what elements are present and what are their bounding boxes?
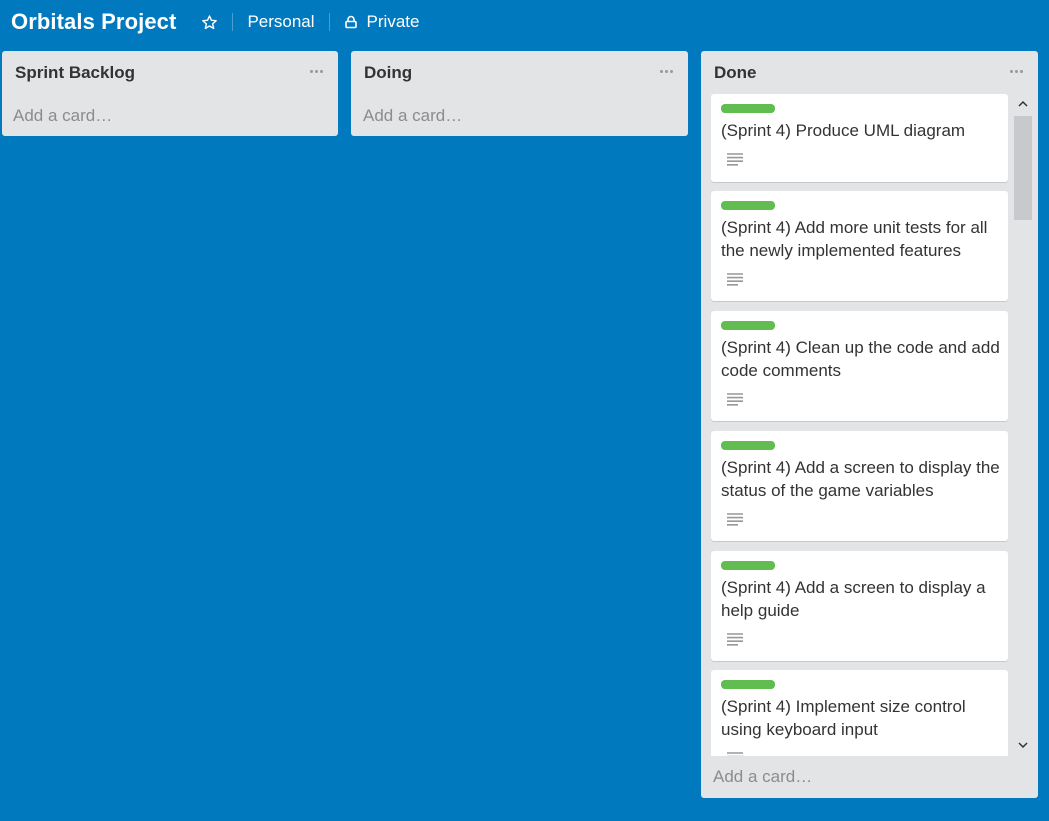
card-list: (Sprint 4) Produce UML diagram (Sprint 4…: [711, 94, 1009, 756]
team-button[interactable]: Personal: [247, 12, 314, 32]
list-doing: Doing Add a card…: [351, 51, 688, 136]
lock-icon: [344, 15, 358, 29]
card-list-scrollbar[interactable]: [1012, 94, 1034, 756]
card-title: (Sprint 4) Implement size control using …: [721, 697, 966, 739]
add-card-button[interactable]: Add a card…: [713, 767, 812, 787]
visibility-label: Private: [366, 12, 420, 31]
card-title: (Sprint 4) Add a screen to display the s…: [721, 458, 1000, 500]
ellipsis-icon: [659, 69, 673, 73]
add-card-button[interactable]: Add a card…: [13, 106, 112, 126]
star-button[interactable]: [200, 13, 218, 31]
card[interactable]: (Sprint 4) Add a screen to display a hel…: [711, 551, 1008, 661]
list-menu-button[interactable]: [656, 61, 676, 81]
board-header: Orbitals Project Personal Private: [0, 0, 1049, 44]
list-menu-button[interactable]: [306, 61, 326, 81]
scroll-thumb[interactable]: [1014, 116, 1032, 220]
star-icon: [202, 14, 217, 29]
scroll-up-button[interactable]: [1012, 94, 1034, 112]
card-title: (Sprint 4) Add more unit tests for all t…: [721, 218, 988, 260]
card[interactable]: (Sprint 4) Produce UML diagram: [711, 94, 1008, 182]
list-title[interactable]: Done: [714, 63, 757, 83]
ellipsis-icon: [1009, 69, 1023, 73]
card-label-green: [721, 201, 775, 210]
card-label-green: [721, 441, 775, 450]
description-icon: [727, 393, 743, 406]
card[interactable]: (Sprint 4) Clean up the code and add cod…: [711, 311, 1008, 421]
chevron-down-icon: [1018, 741, 1028, 748]
chevron-up-icon: [1018, 100, 1028, 107]
description-icon: [727, 633, 743, 646]
list-menu-button[interactable]: [1006, 61, 1026, 81]
card-label-green: [721, 561, 775, 570]
description-icon: [727, 513, 743, 526]
card[interactable]: (Sprint 4) Add a screen to display the s…: [711, 431, 1008, 541]
add-card-button[interactable]: Add a card…: [363, 106, 462, 126]
team-label: Personal: [247, 12, 315, 31]
list-header: Sprint Backlog: [2, 51, 338, 95]
ellipsis-icon: [309, 69, 323, 73]
scroll-down-button[interactable]: [1012, 736, 1034, 754]
description-icon: [727, 273, 743, 286]
header-divider: [232, 13, 234, 31]
card-title: (Sprint 4) Clean up the code and add cod…: [721, 338, 1000, 380]
visibility-button[interactable]: Private: [344, 12, 420, 32]
card-title: (Sprint 4) Add a screen to display a hel…: [721, 578, 986, 620]
header-divider: [328, 13, 330, 31]
card[interactable]: (Sprint 4) Add more unit tests for all t…: [711, 191, 1008, 301]
card[interactable]: (Sprint 4) Implement size control using …: [711, 670, 1008, 756]
list-header: Done: [701, 51, 1038, 95]
description-icon: [727, 752, 743, 756]
list-title[interactable]: Sprint Backlog: [15, 63, 135, 83]
list-title[interactable]: Doing: [364, 63, 412, 83]
card-title: (Sprint 4) Produce UML diagram: [721, 121, 966, 140]
description-icon: [727, 153, 743, 166]
card-label-green: [721, 104, 775, 113]
list-header: Doing: [351, 51, 688, 95]
card-label-green: [721, 680, 775, 689]
board-title[interactable]: Orbitals Project: [11, 9, 176, 35]
list-sprint-backlog: Sprint Backlog Add a card…: [2, 51, 338, 136]
card-label-green: [721, 321, 775, 330]
